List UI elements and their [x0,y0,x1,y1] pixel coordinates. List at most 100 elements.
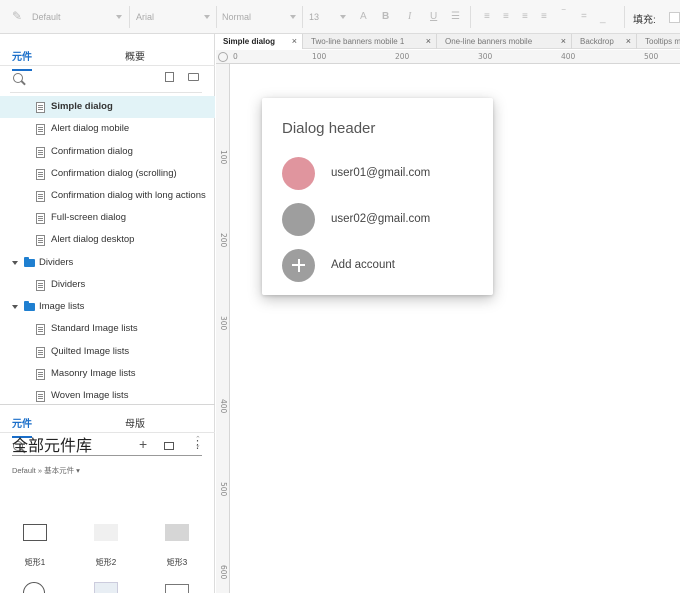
dialog-header: Dialog header [282,120,376,137]
page-icon [36,369,45,380]
toolbar-divider [216,6,217,28]
fill-color-swatch[interactable] [669,12,680,23]
doc-tab-label: Two-line banners mobile 1 [311,37,405,46]
text-color-icon[interactable]: A [360,10,367,24]
page-icon [36,102,45,113]
align-left-icon[interactable]: ≡ [484,10,490,24]
page-icon [36,347,45,358]
align-right-icon[interactable]: ≡ [522,10,528,24]
page-icon [36,391,45,402]
chevron-down-icon[interactable] [12,305,18,309]
chevron-down-icon[interactable] [12,261,18,265]
bold-icon[interactable]: B [382,10,389,24]
add-account-avatar [282,249,315,282]
select-arrows-icon[interactable]: ⌃ ⌄ [195,436,201,449]
tree-item-confirmation-dialog[interactable]: Confirmation dialog [0,141,215,163]
tab-widgets[interactable]: 元件 [12,48,32,71]
tree-item-label: Full-screen dialog [51,212,126,223]
tree-item-label: Masonry Image lists [51,368,136,379]
font-weight-value: Normal [222,12,252,22]
widget-label: 矩形1 [24,558,46,567]
close-icon[interactable]: × [561,34,566,49]
page-icon [36,147,45,158]
ruler-origin-icon[interactable] [218,52,228,62]
tree-item-confirmation-dialog-long-actions[interactable]: Confirmation dialog with long actions [0,185,215,207]
account-item-1[interactable]: user01@gmail.com [282,157,482,191]
toolbar-divider [129,6,130,28]
page-icon [36,280,45,291]
align-bottom-icon[interactable]: _ [600,12,606,26]
align-top-icon[interactable]: ‾ [562,8,565,22]
font-select[interactable]: Arial [132,8,214,26]
tree-item-confirmation-dialog-scrolling[interactable]: Confirmation dialog (scrolling) [0,163,215,185]
add-account-item[interactable]: Add account [282,249,482,283]
doc-tab-backdrop[interactable]: Backdrop × [573,34,637,49]
bullet-list-icon[interactable]: ☰ [451,10,460,24]
doc-tab-label: One-line banners mobile [445,37,533,46]
library-select-underline [12,455,202,456]
library-select[interactable]: 全部元件库 [12,432,92,456]
search-icon[interactable] [13,73,23,83]
close-icon[interactable]: × [426,34,431,49]
widget-email-icon[interactable] [165,584,189,593]
tree-item-full-screen-dialog[interactable]: Full-screen dialog [0,207,215,229]
library-options-icon[interactable] [164,442,174,450]
align-center-icon[interactable]: ≡ [503,10,509,24]
close-icon[interactable]: × [626,34,631,49]
tree-item-dividers[interactable]: Dividers [0,274,215,296]
ruler-tick: 200 [395,52,410,61]
tab-masters[interactable]: 母版 [125,415,145,430]
fill-label: 填充: [633,15,656,26]
search-underline [10,92,202,93]
tree-item-alert-dialog-desktop[interactable]: Alert dialog desktop [0,229,215,251]
tree-folder-image-lists[interactable]: Image lists [0,296,215,318]
avatar [282,157,315,190]
style-select[interactable]: Default [28,8,126,26]
format-painter-icon[interactable]: ✎ [12,9,22,23]
dialog[interactable]: Dialog header user01@gmail.com user02@gm… [262,98,493,295]
tree-item-alert-dialog-mobile[interactable]: Alert dialog mobile [0,118,215,140]
underline-icon[interactable]: U [430,10,437,24]
align-middle-icon[interactable]: = [581,10,587,24]
account-item-2[interactable]: user02@gmail.com [282,203,482,237]
panel-splitter[interactable] [0,404,215,405]
font-size-select[interactable]: 13 [305,8,350,26]
doc-tab-two-line-banners[interactable]: Two-line banners mobile 1 × [304,34,437,49]
pages-panel-tabs: 元件 概要 [0,40,215,71]
font-size-value: 13 [309,12,320,22]
tree-item-quilted-image-lists[interactable]: Quilted Image lists [0,341,215,363]
ruler-tick: 300 [478,52,493,61]
doc-tab-tooltips[interactable]: Tooltips m [638,34,680,49]
font-weight-select[interactable]: Normal [218,8,300,26]
tab-outline[interactable]: 概要 [125,48,145,63]
doc-tab-one-line-banners[interactable]: One-line banners mobile × [438,34,572,49]
tree-item-label: Dividers [51,279,86,290]
tree-folder-label: Dividers [39,257,74,268]
ruler-tick: 500 [219,482,228,497]
tree-item-label: Confirmation dialog (scrolling) [51,168,177,179]
tree-folder-dividers[interactable]: Dividers [0,252,215,274]
widget-label: 矩形3 [166,558,188,567]
ruler-tick: 500 [644,52,659,61]
align-justify-icon[interactable]: ≡ [541,10,547,24]
tree-item-masonry-image-lists[interactable]: Masonry Image lists [0,363,215,385]
widget-image[interactable] [94,582,118,593]
add-library-icon[interactable]: + [139,436,147,452]
add-page-icon[interactable] [165,72,174,82]
add-folder-icon[interactable] [188,73,199,81]
library-breadcrumb[interactable]: Default » 基本元件 ▾ [12,465,80,476]
close-icon[interactable]: × [292,34,297,49]
page-icon [36,169,45,180]
add-account-label: Add account [331,259,395,271]
chevron-down-icon [204,15,210,19]
doc-tab-simple-dialog[interactable]: Simple dialog × [216,34,303,49]
tree-item-standard-image-lists[interactable]: Standard Image lists [0,318,215,340]
tree-item-label: Quilted Image lists [51,346,130,357]
doc-tab-label: Simple dialog [223,37,276,46]
pages-search-row [0,67,215,91]
tab-library[interactable]: 元件 [12,415,32,438]
document-tabs: Simple dialog × Two-line banners mobile 1… [216,34,680,49]
italic-icon[interactable]: I [408,10,411,24]
tree-item-simple-dialog[interactable]: Simple dialog [0,96,215,118]
chevron-down-icon [116,15,122,19]
